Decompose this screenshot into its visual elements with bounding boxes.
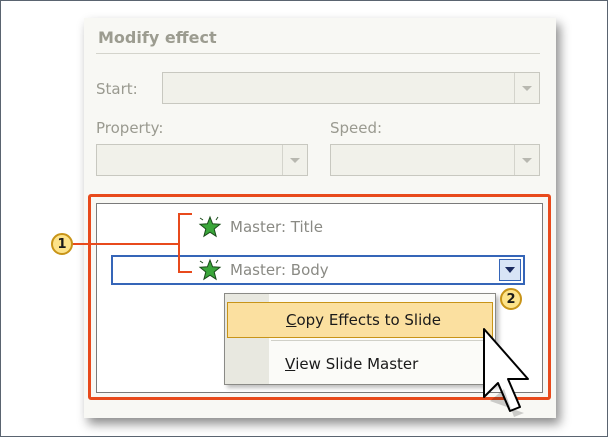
menu-item-copy-effects-to-slide[interactable]: Copy Effects to Slide (227, 302, 493, 338)
section-title: Modify effect (98, 28, 217, 47)
menu-item-label: iew Slide Master (295, 355, 419, 373)
menu-item-label: opy Effects to Slide (296, 311, 442, 329)
menu-item-accelerator: C (286, 311, 297, 329)
menu-item-accelerator: V (285, 355, 296, 373)
chevron-down-icon[interactable] (282, 145, 307, 175)
context-menu: Copy Effects to Slide View Slide Master (224, 293, 496, 385)
section-divider (96, 53, 540, 54)
property-label: Property: (96, 119, 164, 137)
speed-label: Speed: (330, 119, 383, 137)
chevron-down-icon[interactable] (514, 145, 539, 175)
property-dropdown[interactable] (96, 144, 308, 176)
callout-badge-2: 2 (500, 288, 522, 310)
mouse-pointer-icon (483, 328, 529, 417)
chevron-down-icon[interactable] (514, 73, 539, 103)
callout-badge-1: 1 (51, 233, 73, 255)
speed-dropdown[interactable] (330, 144, 540, 176)
start-dropdown[interactable] (162, 72, 540, 104)
start-label: Start: (96, 80, 138, 98)
menu-item-view-slide-master[interactable]: View Slide Master (227, 346, 493, 382)
menu-separator (271, 340, 493, 341)
